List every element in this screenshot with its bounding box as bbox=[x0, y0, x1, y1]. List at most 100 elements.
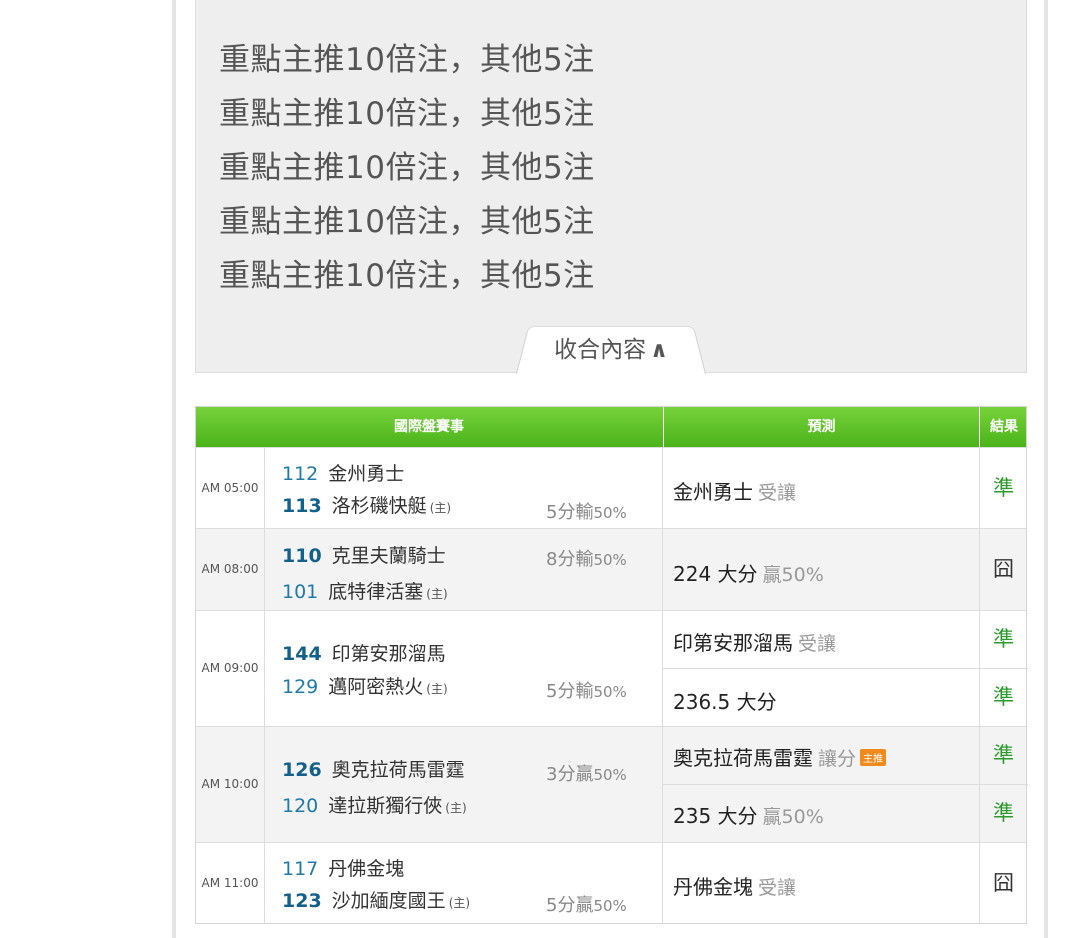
game-time: AM 11:00 bbox=[196, 843, 265, 923]
teams-cell: 110 克里夫蘭騎士 101 底特律活塞 (主) 8分輸50% bbox=[266, 529, 662, 610]
odds-pct: 50% bbox=[593, 551, 627, 569]
prediction-text: 金州勇士 bbox=[673, 480, 753, 504]
team-name: 克里夫蘭騎士 bbox=[331, 545, 446, 567]
team-number: 120 bbox=[282, 795, 319, 817]
team-name: 邁阿密熱火 bbox=[328, 676, 424, 698]
odds-pct: 50% bbox=[593, 683, 627, 701]
game-time: AM 08:00 bbox=[196, 529, 265, 610]
teams-cell: 144 印第安那溜馬 129 邁阿密熱火 (主) 5分輸50% bbox=[266, 611, 662, 726]
prediction-text: 236.5 大分 bbox=[673, 690, 777, 714]
team-number: 129 bbox=[282, 676, 319, 698]
note-line: 重點主推10倍注，其他5注 bbox=[219, 150, 595, 186]
prediction-cell: 224 大分 贏50% 囧 bbox=[662, 529, 1028, 610]
prediction: 235 大分 贏50% bbox=[673, 800, 824, 829]
team-number: 144 bbox=[282, 643, 322, 665]
home-team: 120 達拉斯獨行俠 (主) bbox=[282, 791, 467, 818]
odds: 5分贏50% bbox=[546, 891, 627, 917]
prediction-note: 贏50% bbox=[762, 806, 824, 828]
expanded-note-panel: 重點主推10倍注，其他5注 重點主推10倍注，其他5注 重點主推10倍注，其他5… bbox=[195, 0, 1027, 374]
team-name: 金州勇士 bbox=[328, 463, 405, 485]
team-number: 123 bbox=[282, 890, 322, 912]
team-number: 110 bbox=[282, 545, 322, 567]
prediction-row: 224 大分 贏50% 囧 bbox=[663, 529, 1028, 610]
home-mark: (主) bbox=[429, 501, 452, 515]
odds-pct: 50% bbox=[593, 766, 627, 784]
odds: 5分輸50% bbox=[546, 498, 627, 524]
home-mark: (主) bbox=[426, 682, 448, 696]
result-mark: 準 bbox=[979, 611, 1027, 668]
teams-cell: 117 丹佛金塊 123 沙加緬度國王 (主) 5分贏50% bbox=[266, 843, 662, 923]
home-mark: (主) bbox=[445, 801, 467, 815]
team-number: 113 bbox=[282, 495, 322, 517]
prediction-text: 印第安那溜馬 bbox=[673, 631, 793, 655]
collapse-content-button[interactable]: 收合內容 ∧ bbox=[544, 331, 678, 370]
team-name: 印第安那溜馬 bbox=[331, 643, 446, 665]
odds-text: 5分輸 bbox=[546, 502, 594, 523]
result-mark: 準 bbox=[979, 785, 1027, 842]
prediction-text: 235 大分 bbox=[673, 804, 758, 828]
team-name: 達拉斯獨行俠 bbox=[328, 795, 443, 817]
prediction: 印第安那溜馬 受讓 bbox=[673, 627, 836, 656]
header-result: 結果 bbox=[979, 407, 1028, 447]
table-row: AM 09:00 144 印第安那溜馬 129 邁阿密熱火 (主) 5分輸50% 印第… bbox=[196, 610, 1028, 726]
team-name: 底特律活塞 bbox=[328, 581, 424, 603]
prediction-text: 224 大分 bbox=[673, 562, 758, 586]
away-team: 144 印第安那溜馬 bbox=[282, 639, 446, 666]
away-team: 117 丹佛金塊 bbox=[282, 854, 404, 881]
team-number: 112 bbox=[282, 463, 319, 485]
prediction-note: 讓分 bbox=[818, 748, 857, 770]
header-event: 國際盤賽事 bbox=[394, 419, 464, 435]
table-row: AM 11:00 117 丹佛金塊 123 沙加緬度國王 (主) 5分贏50% 丹佛金… bbox=[196, 842, 1026, 923]
prediction-row: 金州勇士 受讓 準 bbox=[663, 448, 1028, 528]
prediction: 224 大分 贏50% bbox=[673, 558, 824, 587]
prediction-row: 丹佛金塊 受讓 囧 bbox=[663, 843, 1028, 923]
prediction-note: 受讓 bbox=[758, 877, 797, 899]
odds-text: 5分贏 bbox=[546, 895, 594, 916]
team-number: 126 bbox=[282, 759, 322, 781]
prediction-row: 奧克拉荷馬雷霆 讓分 主推 準 bbox=[663, 727, 1028, 784]
prediction-note: 贏50% bbox=[762, 564, 824, 586]
content-right-border bbox=[1044, 0, 1048, 938]
home-team: 101 底特律活塞 (主) bbox=[282, 577, 448, 604]
prediction-text: 奧克拉荷馬雷霆 bbox=[673, 746, 813, 770]
table-row: AM 10:00 126 奧克拉荷馬雷霆 120 達拉斯獨行俠 (主) 3分贏50% … bbox=[196, 726, 1028, 842]
team-name: 奧克拉荷馬雷霆 bbox=[331, 759, 465, 781]
note-lines: 重點主推10倍注，其他5注 重點主推10倍注，其他5注 重點主推10倍注，其他5… bbox=[219, 38, 595, 308]
table-row: AM 08:00 110 克里夫蘭騎士 101 底特律活塞 (主) 8分輸50% 22… bbox=[196, 528, 1026, 610]
away-team: 112 金州勇士 bbox=[282, 459, 404, 486]
odds: 8分輸50% bbox=[546, 545, 627, 571]
home-team: 113 洛杉磯快艇 (主) bbox=[282, 491, 451, 518]
game-time: AM 09:00 bbox=[196, 611, 265, 726]
result-mark: 準 bbox=[979, 448, 1027, 528]
team-name: 沙加緬度國王 bbox=[331, 890, 446, 912]
odds-text: 3分贏 bbox=[546, 764, 594, 785]
prediction: 奧克拉荷馬雷霆 讓分 主推 bbox=[673, 742, 887, 771]
chevron-up-icon: ∧ bbox=[650, 338, 668, 363]
home-team: 123 沙加緬度國王 (主) bbox=[282, 886, 470, 913]
prediction-text: 丹佛金塊 bbox=[673, 875, 753, 899]
odds-text: 8分輸 bbox=[546, 549, 594, 570]
prediction-cell: 奧克拉荷馬雷霆 讓分 主推 準 235 大分 贏50% 準 bbox=[662, 727, 1028, 842]
prediction-row: 印第安那溜馬 受讓 準 bbox=[663, 611, 1028, 668]
result-mark: 準 bbox=[979, 727, 1027, 784]
content-left-border bbox=[172, 0, 176, 938]
odds-text: 5分輸 bbox=[546, 681, 594, 702]
prediction: 金州勇士 受讓 bbox=[673, 476, 796, 505]
team-name: 丹佛金塊 bbox=[328, 858, 405, 880]
odds-pct: 50% bbox=[593, 897, 627, 915]
prediction-table: 國際盤賽事 預測 結果 AM 05:00 112 金州勇士 113 洛杉磯快艇 (主)… bbox=[195, 406, 1028, 924]
home-team: 129 邁阿密熱火 (主) bbox=[282, 672, 448, 699]
team-name: 洛杉磯快艇 bbox=[331, 495, 427, 517]
result-mark: 囧 bbox=[979, 529, 1027, 610]
prediction-note: 受讓 bbox=[798, 633, 837, 655]
prediction: 236.5 大分 bbox=[673, 686, 777, 715]
prediction-cell: 印第安那溜馬 受讓 準 236.5 大分 準 bbox=[662, 611, 1028, 726]
collapse-label: 收合內容 bbox=[554, 337, 647, 363]
game-time: AM 05:00 bbox=[196, 448, 265, 528]
note-line: 重點主推10倍注，其他5注 bbox=[219, 204, 595, 240]
table-header: 國際盤賽事 預測 結果 bbox=[196, 407, 1026, 447]
table-row: AM 05:00 112 金州勇士 113 洛杉磯快艇 (主) 5分輸50% 金州勇士… bbox=[196, 447, 1026, 528]
prediction: 丹佛金塊 受讓 bbox=[673, 871, 796, 900]
result-mark: 囧 bbox=[979, 843, 1027, 923]
odds-pct: 50% bbox=[593, 504, 627, 522]
